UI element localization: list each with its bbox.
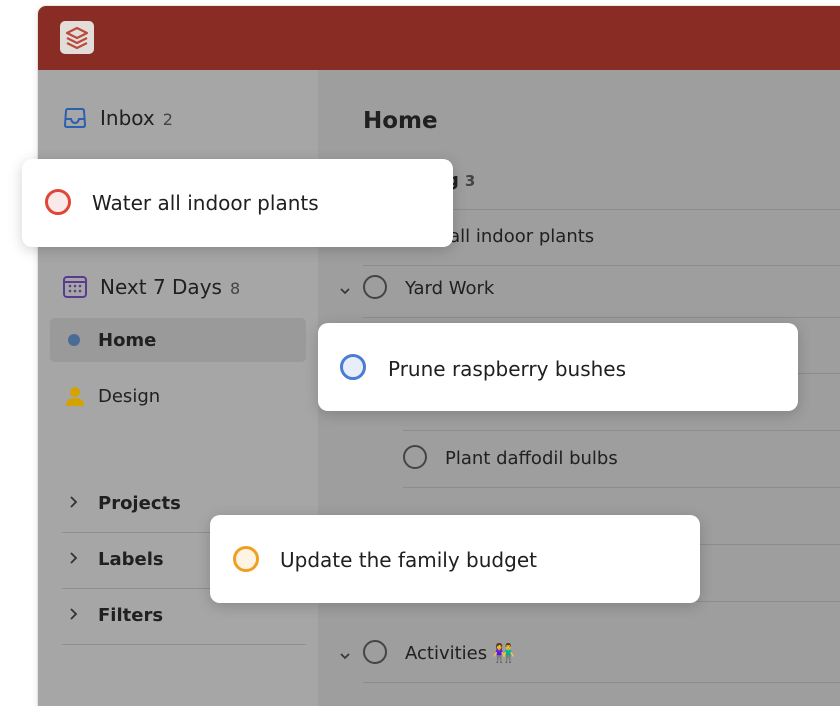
sidebar-project-design[interactable]: Design — [50, 374, 306, 418]
task-card-label: Update the family budget — [280, 548, 537, 572]
chevron-right-icon — [68, 606, 80, 625]
section-label: Labels — [98, 549, 164, 570]
task-label: Plant daffodil bulbs — [445, 448, 618, 469]
next-7-days-label: Next 7 Days — [100, 275, 222, 299]
task-card-prune-raspberry[interactable]: Prune raspberry bushes — [318, 323, 798, 411]
next-7-days-count: 8 — [229, 279, 241, 298]
task-checkbox[interactable] — [363, 275, 387, 299]
chevron-right-icon — [68, 494, 80, 513]
inbox-count: 2 — [162, 110, 173, 129]
sidebar-project-home[interactable]: Home — [50, 318, 306, 362]
priority-circle-orange-icon[interactable] — [233, 546, 259, 572]
task-label: r all indoor plants — [436, 226, 595, 247]
chevron-right-icon — [68, 550, 80, 569]
project-color-dot — [68, 334, 80, 346]
calendar-icon — [62, 274, 88, 300]
task-label: Yard Work — [405, 278, 495, 299]
sidebar-item-next-7-days[interactable]: Next 7 Days 8 — [38, 266, 306, 306]
app-logo-icon[interactable] — [60, 21, 94, 54]
project-label: Home — [98, 330, 157, 351]
sidebar-item-inbox[interactable]: Inbox 2 — [38, 97, 306, 137]
task-row-yard-work[interactable]: Yard Work — [340, 261, 840, 318]
task-card-label: Water all indoor plants — [92, 191, 319, 215]
section-label: Projects — [98, 493, 181, 514]
person-icon — [64, 385, 86, 411]
priority-circle-red-icon[interactable] — [45, 189, 71, 215]
task-row-plant-daffodil-bulbs[interactable]: Plant daffodil bulbs — [403, 431, 840, 488]
priority-circle-blue-icon[interactable] — [340, 354, 366, 380]
inbox-icon — [62, 105, 88, 131]
task-card-label: Prune raspberry bushes — [388, 357, 627, 381]
section-count: 3 — [464, 172, 476, 190]
page-title: Home — [363, 108, 438, 134]
chevron-down-icon[interactable] — [339, 646, 351, 665]
chevron-down-icon[interactable] — [339, 281, 351, 300]
task-card-family-budget[interactable]: Update the family budget — [210, 515, 700, 603]
inbox-label: Inbox — [100, 106, 155, 130]
task-label: Activities 👫 — [405, 643, 516, 664]
task-row-activities[interactable]: Activities 👫 — [340, 626, 840, 683]
top-bar — [38, 6, 840, 70]
project-label: Design — [98, 386, 161, 407]
task-card-water-plants[interactable]: Water all indoor plants — [22, 159, 453, 247]
task-checkbox[interactable] — [363, 640, 387, 664]
section-label: Filters — [98, 605, 164, 626]
task-checkbox[interactable] — [403, 445, 427, 469]
